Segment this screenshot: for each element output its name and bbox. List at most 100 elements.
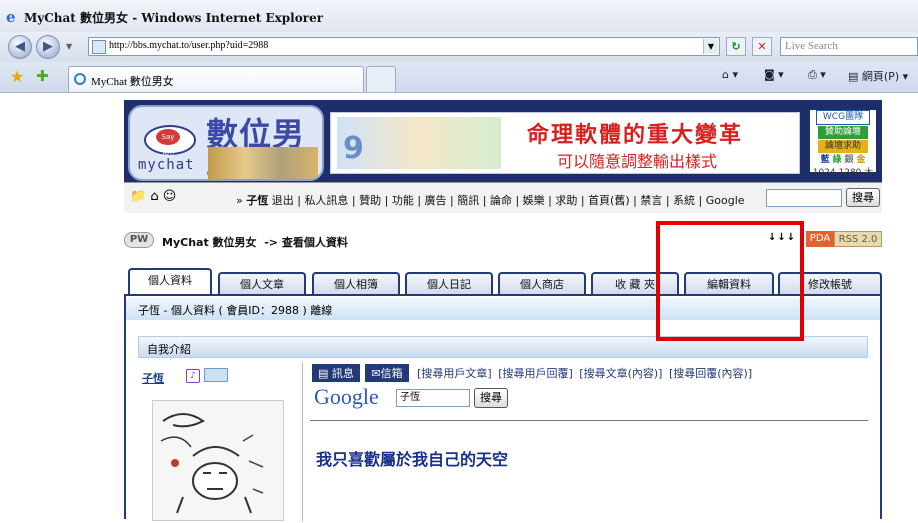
menu-functions[interactable]: 功能	[392, 194, 414, 207]
message-button[interactable]: ▤ 訊息	[312, 364, 360, 382]
logo-badge: Say Yo!!	[156, 129, 180, 157]
feeds-icon[interactable]: ◙ ▾	[764, 68, 784, 81]
link-search-reply-content[interactable]: [搜尋回覆(內容)]	[669, 367, 752, 380]
chat-icon[interactable]: ☺	[163, 189, 177, 204]
breadcrumb-site[interactable]: MyChat 數位男女	[162, 236, 257, 249]
folder-icon[interactable]: 📁	[130, 189, 146, 204]
profile-user-icons: ♪	[186, 368, 228, 383]
forum-menubar: 📁 ⌂ ☺ » 子恆 退出 | 私人訊息 | 贊助 | 功能 | 廣告 | 簡訊…	[124, 182, 882, 213]
gender-icon: ♪	[186, 369, 200, 383]
logo-word: mychat	[138, 157, 195, 173]
refresh-button[interactable]: ↻	[726, 37, 746, 56]
link-wcg[interactable]: WCG團隊	[816, 110, 870, 125]
color-theme-links: 藍 綠 銀 金	[810, 154, 876, 167]
menu-entertainment[interactable]: 娛樂	[523, 194, 545, 207]
menu-search-button[interactable]: 搜尋	[846, 188, 880, 207]
window-titlebar: e MyChat 數位男女 - Windows Internet Explore…	[0, 0, 918, 33]
breadcrumb-sep: ->	[264, 236, 278, 249]
google-search-input[interactable]: 子恆	[396, 389, 470, 407]
menu-google-label: Google	[705, 194, 745, 207]
theme-green[interactable]: 綠	[833, 155, 842, 165]
ad-banner[interactable]: 9 命理軟體的重大變革 可以隨意調整輸出樣式	[330, 112, 800, 174]
menu-ads[interactable]: 廣告	[425, 194, 447, 207]
menu-sms[interactable]: 簡訊	[457, 194, 479, 207]
menu-fortune[interactable]: 論命	[490, 194, 512, 207]
breadcrumb-page: 查看個人資料	[281, 236, 348, 249]
message-button-label: 訊息	[331, 367, 354, 380]
avatar	[152, 400, 284, 521]
signature-divider	[310, 420, 868, 421]
google-search-button[interactable]: 搜尋	[474, 388, 508, 408]
tab-page-icon	[74, 73, 86, 85]
site-banner: Say Yo!! mychat 數位男女 9 命理軟體的重大變革 可以隨意調整輸…	[124, 100, 882, 213]
print-icon[interactable]: ⎙ ▾	[808, 68, 826, 82]
address-url[interactable]: http://bbs.mychat.to/user.php?uid=2988	[109, 40, 268, 51]
profile-header-text: 子恆 - 個人資料 ( 會員ID：2988 ) 離線	[138, 304, 333, 317]
menu-old-home[interactable]: 首頁(舊)	[588, 194, 630, 207]
window-title: MyChat 數位男女 - Windows Internet Explorer	[24, 11, 324, 25]
highlight-box	[656, 221, 804, 341]
menu-user[interactable]: 子恆	[246, 194, 268, 207]
live-search-placeholder: Live Search	[785, 40, 838, 52]
address-bar[interactable]: http://bbs.mychat.to/user.php?uid=2988 ▼	[88, 37, 720, 56]
google-logo: Google	[314, 384, 379, 409]
menu-items: » 子恆 退出 | 私人訊息 | 贊助 | 功能 | 廣告 | 簡訊 | 論命 …	[236, 194, 745, 207]
theme-blue[interactable]: 藍	[821, 155, 830, 165]
stop-button[interactable]: ✕	[752, 37, 772, 56]
link-search-article-content[interactable]: [搜尋文章(內容)]	[579, 367, 662, 380]
self-intro-label: 自我介紹	[147, 343, 191, 356]
new-tab-button[interactable]	[366, 66, 396, 92]
menu-prefix: »	[236, 194, 243, 207]
banner-right-links: WCG團隊 贊助論壇 論壇求助 藍 綠 銀 金 1024 1280 大字	[810, 110, 876, 191]
page-icon	[92, 40, 106, 54]
home-icon[interactable]: ⌂ ▾	[722, 68, 738, 81]
live-search-input[interactable]: Live Search	[780, 37, 918, 56]
link-search-user-replies[interactable]: [搜尋用戶回覆]	[498, 367, 573, 380]
rss-badge[interactable]: RSS 2.0	[834, 231, 882, 247]
tab-articles[interactable]: 個人文章	[218, 272, 306, 296]
back-button[interactable]: ◀	[8, 35, 32, 59]
mailbox-button[interactable]: ✉信箱	[365, 364, 409, 382]
browser-tab-active[interactable]: MyChat 數位男女	[68, 66, 364, 92]
menu-logout[interactable]: 退出	[272, 194, 294, 207]
signature-text: 我只喜歡屬於我自己的天空	[316, 450, 509, 469]
ad-headline: 命理軟體的重大變革	[527, 122, 744, 148]
site-logo[interactable]: Say Yo!! mychat 數位男女	[128, 105, 324, 181]
theme-gold[interactable]: 金	[856, 155, 865, 165]
page-menu[interactable]: ▤ 網頁(P) ▾	[848, 68, 908, 84]
link-search-user-articles[interactable]: [搜尋用戶文章]	[417, 367, 492, 380]
home-menu-icon[interactable]: ⌂	[150, 189, 158, 204]
browser-tab-label: MyChat 數位男女	[91, 76, 174, 88]
menu-system[interactable]: 系統	[673, 194, 695, 207]
ad-subline: 可以隨意調整輸出樣式	[557, 152, 718, 171]
menu-sponsor[interactable]: 贊助	[359, 194, 381, 207]
ie-logo-icon: e	[6, 8, 16, 26]
logo-scene-image	[208, 147, 318, 179]
msn-icon[interactable]	[204, 368, 228, 382]
menubar-icons: 📁 ⌂ ☺	[130, 189, 176, 204]
link-sponsor[interactable]: 贊助論壇	[818, 126, 868, 139]
forward-button[interactable]: ▶	[36, 35, 60, 59]
profile-actions: ▤ 訊息 ✉信箱 [搜尋用戶文章] [搜尋用戶回覆] [搜尋文章(內容)] [搜…	[312, 364, 752, 382]
breadcrumb-text: MyChat 數位男女 -> 查看個人資料	[162, 234, 348, 250]
mailbox-button-label: 信箱	[380, 367, 403, 380]
theme-silver[interactable]: 銀	[844, 155, 853, 165]
menu-search-input[interactable]	[766, 189, 842, 207]
tab-diary[interactable]: 個人日記	[405, 272, 493, 296]
link-help[interactable]: 論壇求助	[818, 140, 868, 153]
pw-badge: PW	[124, 232, 154, 248]
history-dropdown-icon[interactable]: ▼	[66, 42, 72, 51]
add-favorites-icon[interactable]: ✚	[36, 67, 49, 85]
column-divider	[302, 362, 303, 521]
pda-badge[interactable]: PDA	[806, 231, 834, 247]
tab-albums[interactable]: 個人相簿	[312, 272, 400, 296]
address-dropdown-icon[interactable]: ▼	[703, 39, 718, 54]
tab-shop[interactable]: 個人商店	[498, 272, 586, 296]
menu-help[interactable]: 求助	[555, 194, 577, 207]
profile-username[interactable]: 子恆	[142, 370, 164, 386]
menu-private-msg[interactable]: 私人訊息	[304, 194, 348, 207]
menu-ban[interactable]: 禁言	[640, 194, 662, 207]
favorites-star-icon[interactable]: ★	[10, 67, 24, 86]
ad-products-image: 9	[337, 117, 501, 169]
page-menu-label: 網頁(P)	[861, 70, 900, 83]
